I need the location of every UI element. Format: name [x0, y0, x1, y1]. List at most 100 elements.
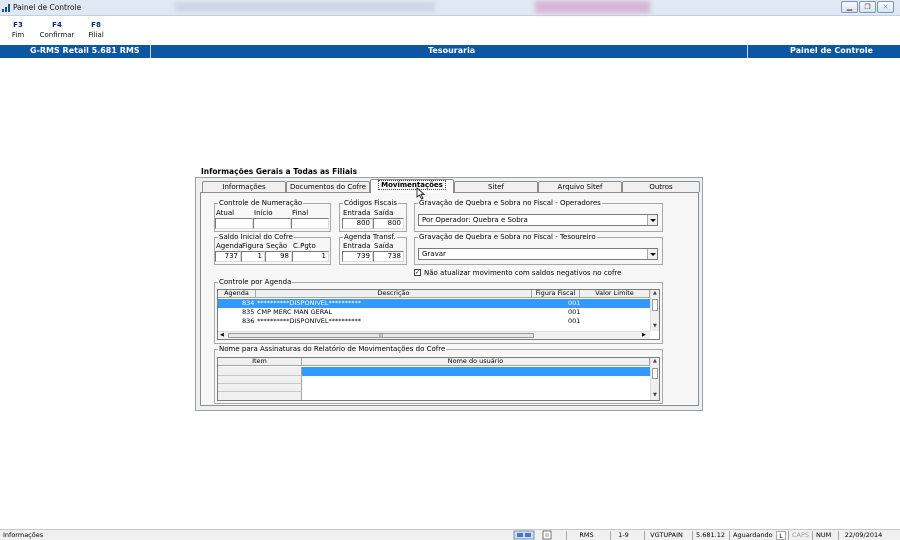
- saldo-figura-field[interactable]: 1: [241, 251, 265, 262]
- module-header: G-RMS Retail 5.681 RMS Tesouraria Painel…: [0, 45, 900, 58]
- window-title-bar: Painel de Controle ▁ ❐ ✕: [0, 0, 900, 16]
- group-title: Controle de Numeração: [219, 199, 303, 207]
- status-caps: CAPS: [788, 531, 810, 540]
- status-version: 5.681.12: [692, 531, 728, 540]
- col-label-inicio: Início: [254, 209, 273, 217]
- cell-figura: 001: [568, 299, 581, 307]
- dropdown-arrow-icon[interactable]: [647, 215, 657, 225]
- cell-descricao: **********DISPONIVEL**********: [257, 317, 362, 325]
- group-title: Controle por Agenda: [219, 278, 292, 286]
- scroll-thumb-grip: III: [379, 333, 383, 338]
- status-system: RMS: [566, 531, 606, 540]
- col-label-saida: Saída: [374, 209, 394, 217]
- agenda-transf-saida-field[interactable]: 738: [373, 251, 404, 262]
- close-button[interactable]: ✕: [877, 1, 894, 13]
- scroll-thumb[interactable]: III: [228, 333, 534, 338]
- blurred-title-area-2: [535, 1, 650, 13]
- blurred-title-area: [175, 2, 435, 12]
- scroll-up-icon[interactable]: ▲: [653, 358, 657, 364]
- scroll-right-icon[interactable]: ▶: [642, 332, 646, 338]
- tab-informacoes[interactable]: Informações: [202, 181, 286, 192]
- column-header-valor[interactable]: Valor Limite: [580, 290, 650, 298]
- cell-figura: 001: [568, 308, 581, 316]
- scroll-down-icon[interactable]: ▼: [653, 323, 657, 329]
- column-header-descricao[interactable]: Descrição: [256, 290, 532, 298]
- table-row[interactable]: 835 CMP MERC MAN GERAL 001: [218, 308, 650, 317]
- codigo-fiscal-saida-field[interactable]: 800: [373, 218, 404, 229]
- numeracao-final-field[interactable]: [291, 218, 329, 229]
- panel-title: Informações Gerais a Todas as Filiais: [201, 167, 358, 176]
- scroll-down-icon[interactable]: ▼: [653, 392, 657, 398]
- column-header-agenda[interactable]: Agenda: [218, 290, 256, 298]
- cell-descricao: **********DISPONIVEL**********: [257, 299, 362, 307]
- col-label-entrada: Entrada: [343, 209, 371, 217]
- fkey-code: F3: [13, 21, 23, 29]
- col-label-final: Final: [292, 209, 309, 217]
- agenda-horizontal-scrollbar[interactable]: ◀ III ▶: [218, 331, 650, 339]
- header-screen: Painel de Controle: [790, 46, 873, 55]
- gravacao-operadores-select[interactable]: Por Operador: Quebra e Sobra: [418, 214, 658, 226]
- item-cell[interactable]: [218, 376, 302, 384]
- fkey-filial[interactable]: F8 Filial: [86, 21, 106, 39]
- group-title: Gravação de Quebra e Sobra no Fiscal - T…: [419, 233, 596, 241]
- cell-figura: 001: [568, 317, 581, 325]
- numeracao-atual-field[interactable]: [215, 218, 253, 229]
- col-label-saida: Saída: [374, 242, 394, 250]
- group-title: Agenda Transf.: [344, 233, 396, 241]
- tab-outros[interactable]: Outros: [622, 181, 700, 192]
- group-title: Códigos Fiscais: [344, 199, 397, 207]
- saldo-secao-field[interactable]: 98: [265, 251, 292, 262]
- item-cell[interactable]: [218, 367, 302, 376]
- dropdown-arrow-icon[interactable]: [647, 249, 657, 259]
- item-cell[interactable]: [218, 392, 302, 400]
- fkey-label: Filial: [88, 31, 104, 39]
- item-cell[interactable]: [218, 384, 302, 392]
- scroll-thumb[interactable]: [652, 299, 658, 311]
- header-product: G-RMS Retail 5.681 RMS: [30, 46, 140, 55]
- agenda-grid: Agenda Descrição Figura Fiscal Valor Lim…: [217, 289, 660, 340]
- fkey-label: Confirmar: [39, 31, 75, 39]
- tab-label: Sitef: [488, 183, 504, 191]
- tab-documentos-cofre[interactable]: Documentos do Cofre: [286, 181, 370, 192]
- tab-label: Informações: [222, 183, 266, 191]
- agenda-transf-entrada-field[interactable]: 739: [342, 251, 373, 262]
- window-title: Painel de Controle: [13, 3, 82, 12]
- table-row[interactable]: 836 **********DISPONIVEL********** 001: [218, 317, 650, 326]
- numeracao-inicio-field[interactable]: [253, 218, 291, 229]
- select-value: Gravar: [422, 250, 446, 258]
- tab-sitef[interactable]: Sitef: [454, 181, 538, 192]
- status-user: VGTUPAIN: [644, 531, 688, 540]
- table-row[interactable]: 834 **********DISPONIVEL********** 001: [218, 299, 650, 308]
- maximize-button[interactable]: ❐: [859, 1, 876, 13]
- saldo-cpgto-field[interactable]: 1: [292, 251, 329, 262]
- selected-name-cell[interactable]: [302, 367, 650, 376]
- codigo-fiscal-entrada-field[interactable]: 800: [342, 218, 373, 229]
- minimize-button[interactable]: ▁: [841, 1, 858, 13]
- scroll-thumb[interactable]: [652, 368, 658, 379]
- status-range: 1-9: [610, 531, 636, 540]
- tab-label: Documentos do Cofre: [289, 183, 367, 191]
- tab-arquivo-sitef[interactable]: Arquivo Sitef: [538, 181, 622, 192]
- col-label-atual: Atual: [216, 209, 235, 217]
- tab-label: Arquivo Sitef: [557, 183, 603, 191]
- status-num: NUM: [812, 531, 834, 540]
- col-label-secao: Seção: [266, 242, 288, 250]
- assinaturas-vertical-scrollbar[interactable]: ▲ ▼: [650, 358, 659, 400]
- group-title: Gravação de Quebra e Sobra no Fiscal - O…: [419, 199, 601, 207]
- scroll-up-icon[interactable]: ▲: [653, 290, 657, 296]
- tab-movimentacoes[interactable]: Movimentações: [370, 179, 454, 193]
- fkey-fim[interactable]: F3 Fim: [9, 21, 27, 39]
- column-header-figura[interactable]: Figura Fiscal: [532, 290, 580, 298]
- gravacao-tesoureiro-select[interactable]: Gravar: [418, 248, 658, 260]
- column-header-nome-usuario[interactable]: Nome do usuário: [302, 358, 650, 366]
- cell-agenda: 836: [242, 317, 255, 325]
- column-header-item[interactable]: Item: [218, 358, 302, 366]
- cell-agenda: 834: [242, 299, 255, 307]
- saldo-agenda-field[interactable]: 737: [215, 251, 241, 262]
- cell-descricao: CMP MERC MAN GERAL: [257, 308, 333, 316]
- fkey-confirmar[interactable]: F4 Confirmar: [38, 21, 76, 39]
- scroll-left-icon[interactable]: ◀: [220, 332, 224, 338]
- status-l: L: [776, 531, 786, 540]
- agenda-vertical-scrollbar[interactable]: ▲ ▼: [650, 290, 659, 331]
- nao-atualizar-checkbox[interactable]: ✓: [414, 269, 421, 276]
